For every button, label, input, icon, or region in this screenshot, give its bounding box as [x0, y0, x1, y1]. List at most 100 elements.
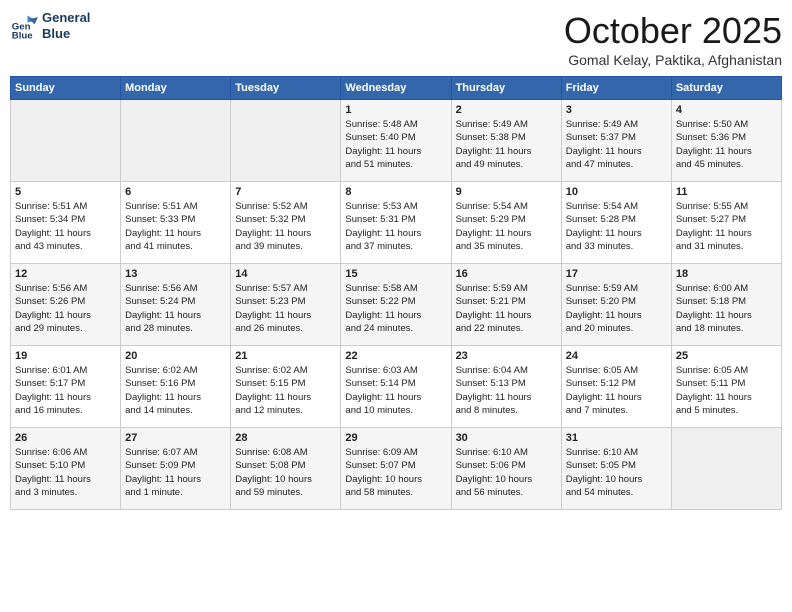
logo: Gen Blue General Blue [10, 10, 90, 41]
day-info: Sunrise: 6:10 AMSunset: 5:06 PMDaylight:… [456, 446, 557, 499]
calendar-cell: 6 Sunrise: 5:51 AMSunset: 5:33 PMDaylight… [121, 182, 231, 264]
day-number: 31 [566, 432, 667, 444]
day-info: Sunrise: 6:05 AMSunset: 5:11 PMDaylight:… [676, 364, 777, 417]
day-info: Sunrise: 6:01 AMSunset: 5:17 PMDaylight:… [15, 364, 116, 417]
calendar-header-row: SundayMondayTuesdayWednesdayThursdayFrid… [11, 77, 782, 100]
calendar-cell: 13 Sunrise: 5:56 AMSunset: 5:24 PMDayligh… [121, 264, 231, 346]
day-number: 24 [566, 350, 667, 362]
calendar-cell [121, 100, 231, 182]
title-area: October 2025 Gomal Kelay, Paktika, Afgha… [564, 10, 782, 68]
day-number: 12 [15, 268, 116, 280]
day-number: 4 [676, 104, 777, 116]
calendar-table: SundayMondayTuesdayWednesdayThursdayFrid… [10, 76, 782, 510]
day-header-wednesday: Wednesday [341, 77, 451, 100]
day-header-saturday: Saturday [671, 77, 781, 100]
day-info: Sunrise: 5:56 AMSunset: 5:24 PMDaylight:… [125, 282, 226, 335]
calendar-cell: 14 Sunrise: 5:57 AMSunset: 5:23 PMDayligh… [231, 264, 341, 346]
day-info: Sunrise: 5:51 AMSunset: 5:33 PMDaylight:… [125, 200, 226, 253]
day-info: Sunrise: 5:54 AMSunset: 5:28 PMDaylight:… [566, 200, 667, 253]
calendar-cell: 29 Sunrise: 6:09 AMSunset: 5:07 PMDayligh… [341, 428, 451, 510]
calendar-cell: 12 Sunrise: 5:56 AMSunset: 5:26 PMDayligh… [11, 264, 121, 346]
day-number: 17 [566, 268, 667, 280]
day-info: Sunrise: 5:49 AMSunset: 5:37 PMDaylight:… [566, 118, 667, 171]
day-number: 2 [456, 104, 557, 116]
day-info: Sunrise: 6:07 AMSunset: 5:09 PMDaylight:… [125, 446, 226, 499]
calendar-cell: 17 Sunrise: 5:59 AMSunset: 5:20 PMDayligh… [561, 264, 671, 346]
day-info: Sunrise: 5:48 AMSunset: 5:40 PMDaylight:… [345, 118, 446, 171]
day-info: Sunrise: 6:00 AMSunset: 5:18 PMDaylight:… [676, 282, 777, 335]
day-info: Sunrise: 5:59 AMSunset: 5:20 PMDaylight:… [566, 282, 667, 335]
calendar-cell: 23 Sunrise: 6:04 AMSunset: 5:13 PMDayligh… [451, 346, 561, 428]
day-info: Sunrise: 5:59 AMSunset: 5:21 PMDaylight:… [456, 282, 557, 335]
calendar-cell: 11 Sunrise: 5:55 AMSunset: 5:27 PMDayligh… [671, 182, 781, 264]
calendar-week-row: 12 Sunrise: 5:56 AMSunset: 5:26 PMDayligh… [11, 264, 782, 346]
day-info: Sunrise: 6:06 AMSunset: 5:10 PMDaylight:… [15, 446, 116, 499]
calendar-cell: 10 Sunrise: 5:54 AMSunset: 5:28 PMDayligh… [561, 182, 671, 264]
day-number: 3 [566, 104, 667, 116]
day-info: Sunrise: 5:50 AMSunset: 5:36 PMDaylight:… [676, 118, 777, 171]
day-number: 9 [456, 186, 557, 198]
day-number: 22 [345, 350, 446, 362]
calendar-cell: 19 Sunrise: 6:01 AMSunset: 5:17 PMDayligh… [11, 346, 121, 428]
day-number: 23 [456, 350, 557, 362]
day-info: Sunrise: 5:54 AMSunset: 5:29 PMDaylight:… [456, 200, 557, 253]
day-info: Sunrise: 6:02 AMSunset: 5:15 PMDaylight:… [235, 364, 336, 417]
calendar-cell: 2Sunrise: 5:49 AMSunset: 5:38 PMDaylight… [451, 100, 561, 182]
calendar-cell: 22 Sunrise: 6:03 AMSunset: 5:14 PMDayligh… [341, 346, 451, 428]
day-number: 26 [15, 432, 116, 444]
calendar-cell: 9 Sunrise: 5:54 AMSunset: 5:29 PMDaylight… [451, 182, 561, 264]
calendar-cell: 21 Sunrise: 6:02 AMSunset: 5:15 PMDayligh… [231, 346, 341, 428]
logo-text-line1: General [42, 10, 90, 26]
calendar-cell: 3 Sunrise: 5:49 AMSunset: 5:37 PMDaylight… [561, 100, 671, 182]
header: Gen Blue General Blue October 2025 Gomal… [10, 10, 782, 68]
calendar-cell [231, 100, 341, 182]
day-info: Sunrise: 5:53 AMSunset: 5:31 PMDaylight:… [345, 200, 446, 253]
day-number: 5 [15, 186, 116, 198]
day-number: 8 [345, 186, 446, 198]
calendar-cell: 8 Sunrise: 5:53 AMSunset: 5:31 PMDaylight… [341, 182, 451, 264]
calendar-cell: 27Sunrise: 6:07 AMSunset: 5:09 PMDayligh… [121, 428, 231, 510]
day-info: Sunrise: 6:10 AMSunset: 5:05 PMDaylight:… [566, 446, 667, 499]
calendar-cell [11, 100, 121, 182]
calendar-cell: 18Sunrise: 6:00 AMSunset: 5:18 PMDayligh… [671, 264, 781, 346]
calendar-cell: 26 Sunrise: 6:06 AMSunset: 5:10 PMDayligh… [11, 428, 121, 510]
subtitle: Gomal Kelay, Paktika, Afghanistan [564, 52, 782, 68]
day-header-thursday: Thursday [451, 77, 561, 100]
calendar-week-row: 26 Sunrise: 6:06 AMSunset: 5:10 PMDayligh… [11, 428, 782, 510]
day-info: Sunrise: 5:55 AMSunset: 5:27 PMDaylight:… [676, 200, 777, 253]
day-number: 6 [125, 186, 226, 198]
day-number: 25 [676, 350, 777, 362]
day-info: Sunrise: 5:58 AMSunset: 5:22 PMDaylight:… [345, 282, 446, 335]
day-info: Sunrise: 5:51 AMSunset: 5:34 PMDaylight:… [15, 200, 116, 253]
day-info: Sunrise: 5:56 AMSunset: 5:26 PMDaylight:… [15, 282, 116, 335]
calendar-week-row: 1Sunrise: 5:48 AMSunset: 5:40 PMDaylight… [11, 100, 782, 182]
day-header-monday: Monday [121, 77, 231, 100]
calendar-week-row: 5 Sunrise: 5:51 AMSunset: 5:34 PMDaylight… [11, 182, 782, 264]
day-number: 14 [235, 268, 336, 280]
day-info: Sunrise: 6:09 AMSunset: 5:07 PMDaylight:… [345, 446, 446, 499]
day-info: Sunrise: 6:04 AMSunset: 5:13 PMDaylight:… [456, 364, 557, 417]
day-number: 7 [235, 186, 336, 198]
day-number: 11 [676, 186, 777, 198]
calendar-cell: 7 Sunrise: 5:52 AMSunset: 5:32 PMDaylight… [231, 182, 341, 264]
logo-icon: Gen Blue [10, 12, 38, 40]
day-header-tuesday: Tuesday [231, 77, 341, 100]
day-info: Sunrise: 5:57 AMSunset: 5:23 PMDaylight:… [235, 282, 336, 335]
day-info: Sunrise: 5:52 AMSunset: 5:32 PMDaylight:… [235, 200, 336, 253]
day-number: 13 [125, 268, 226, 280]
calendar-cell: 30Sunrise: 6:10 AMSunset: 5:06 PMDayligh… [451, 428, 561, 510]
day-number: 28 [235, 432, 336, 444]
calendar-cell: 5 Sunrise: 5:51 AMSunset: 5:34 PMDaylight… [11, 182, 121, 264]
calendar-cell: 20Sunrise: 6:02 AMSunset: 5:16 PMDayligh… [121, 346, 231, 428]
day-header-friday: Friday [561, 77, 671, 100]
calendar-cell: 24 Sunrise: 6:05 AMSunset: 5:12 PMDayligh… [561, 346, 671, 428]
day-info: Sunrise: 6:05 AMSunset: 5:12 PMDaylight:… [566, 364, 667, 417]
calendar-cell: 1Sunrise: 5:48 AMSunset: 5:40 PMDaylight… [341, 100, 451, 182]
day-number: 19 [15, 350, 116, 362]
calendar-cell: 28Sunrise: 6:08 AMSunset: 5:08 PMDayligh… [231, 428, 341, 510]
day-number: 29 [345, 432, 446, 444]
day-number: 21 [235, 350, 336, 362]
day-info: Sunrise: 6:03 AMSunset: 5:14 PMDaylight:… [345, 364, 446, 417]
svg-text:Blue: Blue [12, 30, 33, 40]
day-number: 10 [566, 186, 667, 198]
